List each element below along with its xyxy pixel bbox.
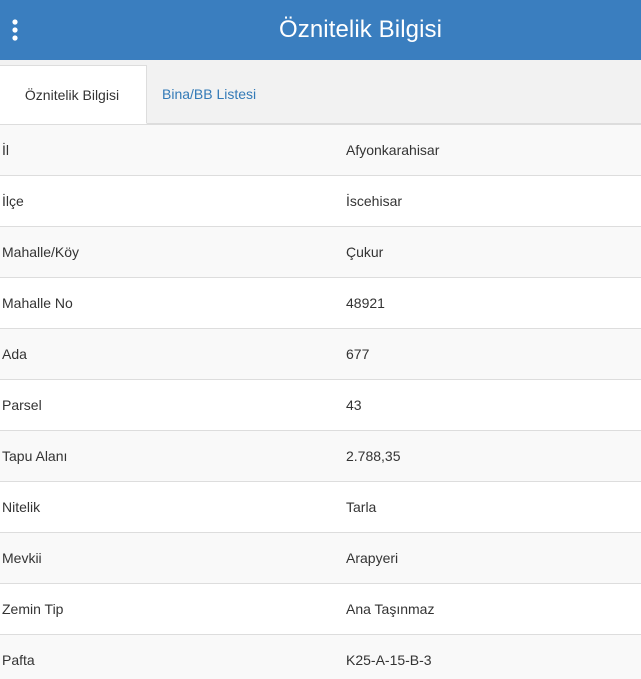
attribute-table: İl Afyonkarahisar İlçe İscehisar Mahalle… (0, 124, 641, 679)
more-menu-button[interactable] (0, 0, 30, 60)
attribute-label: Mahalle No (0, 277, 334, 329)
table-row: Mahalle/Köy Çukur (0, 226, 641, 278)
attribute-label: Mahalle/Köy (0, 226, 334, 278)
attribute-value: Çukur (334, 226, 641, 278)
table-row: Ada 677 (0, 328, 641, 380)
table-row: Nitelik Tarla (0, 481, 641, 533)
table-row: Parsel 43 (0, 379, 641, 431)
attribute-value: Ana Taşınmaz (334, 583, 641, 635)
attribute-value: 43 (334, 379, 641, 431)
attribute-value: 2.788,35 (334, 430, 641, 482)
attribute-label: Pafta (0, 634, 334, 679)
app-header: Öznitelik Bilgisi (0, 0, 641, 60)
table-row: Pafta K25-A-15-B-3 (0, 634, 641, 679)
attribute-label: Parsel (0, 379, 334, 431)
table-row: Mevkii Arapyeri (0, 532, 641, 584)
tab-bar: Öznitelik Bilgisi Bina/BB Listesi (0, 60, 641, 124)
table-row: İlçe İscehisar (0, 175, 641, 227)
page-title: Öznitelik Bilgisi (278, 16, 443, 43)
attribute-value: 677 (334, 328, 641, 380)
attribute-value: Arapyeri (334, 532, 641, 584)
tab-label: Bina/BB Listesi (162, 85, 257, 102)
tab-attribute-info[interactable]: Öznitelik Bilgisi (0, 65, 147, 124)
attribute-label: Mevkii (0, 532, 334, 584)
table-row: Tapu Alanı 2.788,35 (0, 430, 641, 482)
attribute-label: Tapu Alanı (0, 430, 334, 482)
tab-building-list[interactable]: Bina/BB Listesi (147, 64, 273, 123)
table-row: Mahalle No 48921 (0, 277, 641, 329)
attribute-value: Tarla (334, 481, 641, 533)
attribute-value: K25-A-15-B-3 (334, 634, 641, 679)
attribute-value: 48921 (334, 277, 641, 329)
attribute-label: Ada (0, 328, 334, 380)
table-row: İl Afyonkarahisar (0, 124, 641, 176)
attribute-label: İl (0, 124, 334, 176)
attribute-value: Afyonkarahisar (334, 124, 641, 176)
table-row: Zemin Tip Ana Taşınmaz (0, 583, 641, 635)
attribute-value: İscehisar (334, 175, 641, 227)
attribute-label: Zemin Tip (0, 583, 334, 635)
attribute-label: İlçe (0, 175, 334, 227)
attribute-label: Nitelik (0, 481, 334, 533)
more-vertical-icon (12, 19, 18, 41)
tab-label: Öznitelik Bilgisi (24, 86, 120, 103)
